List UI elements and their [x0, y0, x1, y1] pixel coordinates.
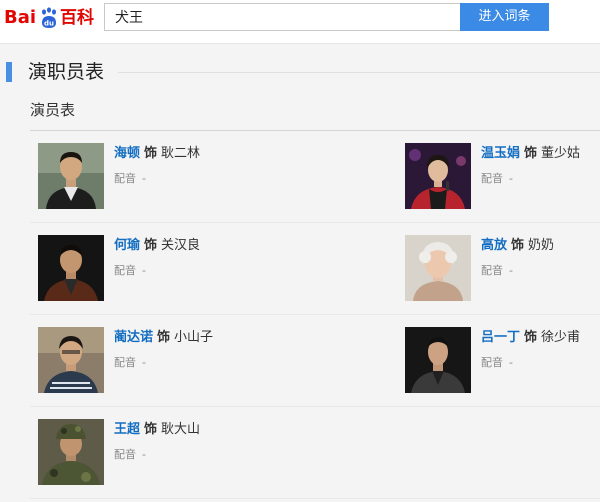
cast-card: 何瑜饰关汉良 配音 -: [38, 235, 298, 315]
dubbing-line: 配音 -: [481, 356, 513, 370]
dubbing-value: -: [509, 356, 513, 369]
cast-card: 海顿饰耿二林 配音 -: [38, 143, 298, 223]
actor-photo[interactable]: [38, 143, 104, 209]
role-name: 耿二林: [161, 146, 201, 161]
role-word: 饰: [511, 238, 525, 253]
role-word: 饰: [524, 146, 538, 161]
actor-photo[interactable]: [405, 143, 471, 209]
role-word: 饰: [524, 330, 538, 345]
cast-name-line: 蔺达诺饰小山子: [114, 330, 213, 346]
dubbing-value: -: [142, 448, 146, 461]
actor-photo[interactable]: [38, 235, 104, 301]
logo-du-text: du: [44, 20, 54, 28]
cast-name-line: 高放饰奶奶: [481, 238, 554, 254]
actor-name-link[interactable]: 蔺达诺: [114, 330, 153, 345]
role-name: 小山子: [174, 330, 214, 345]
cast-subtitle: 演员表: [30, 101, 76, 119]
dubbing-label: 配音: [114, 356, 136, 369]
subtitle-divider: [30, 130, 600, 131]
logo-bai-text: Bai: [4, 7, 37, 28]
section-divider: [118, 72, 600, 73]
actor-name-link[interactable]: 高放: [481, 238, 507, 253]
dubbing-value: -: [509, 172, 513, 185]
dubbing-label: 配音: [114, 264, 136, 277]
cast-card: 王超饰耿大山 配音 -: [38, 419, 298, 499]
dubbing-line: 配音 -: [114, 356, 146, 370]
logo-baike-text: 百科: [60, 8, 94, 28]
role-word: 饰: [144, 422, 158, 437]
role-word: 饰: [144, 238, 158, 253]
dubbing-value: -: [142, 172, 146, 185]
paw-icon: du: [42, 7, 56, 28]
role-name: 耿大山: [161, 422, 201, 437]
dubbing-label: 配音: [481, 356, 503, 369]
dubbing-line: 配音 -: [481, 264, 513, 278]
role-word: 饰: [144, 146, 158, 161]
cast-name-line: 何瑜饰关汉良: [114, 238, 200, 254]
dubbing-label: 配音: [114, 448, 136, 461]
dubbing-line: 配音 -: [114, 172, 146, 186]
cast-name-line: 吕一丁饰徐少甫: [481, 330, 580, 346]
role-name: 奶奶: [528, 238, 555, 253]
actor-photo[interactable]: [38, 419, 104, 485]
actor-photo[interactable]: [405, 235, 471, 301]
top-header: Bai du 百科 进入词条: [0, 0, 600, 44]
dubbing-line: 配音 -: [481, 172, 513, 186]
actor-name-link[interactable]: 王超: [114, 422, 140, 437]
actor-photo[interactable]: [405, 327, 471, 393]
section-title: 演职员表: [28, 61, 105, 83]
role-name: 关汉良: [161, 238, 201, 253]
dubbing-label: 配音: [481, 172, 503, 185]
cast-card: 吕一丁饰徐少甫 配音 -: [405, 327, 600, 407]
enter-entry-button[interactable]: 进入词条: [460, 3, 549, 31]
role-name: 徐少甫: [541, 330, 581, 345]
role-word: 饰: [157, 330, 171, 345]
actor-name-link[interactable]: 海顿: [114, 146, 140, 161]
dubbing-label: 配音: [114, 172, 136, 185]
cast-card: 温玉娟饰董少姑 配音 -: [405, 143, 600, 223]
baidu-baike-logo[interactable]: Bai du 百科: [4, 4, 96, 32]
role-name: 董少姑: [541, 146, 581, 161]
actor-name-link[interactable]: 何瑜: [114, 238, 140, 253]
actor-name-link[interactable]: 温玉娟: [481, 146, 520, 161]
dubbing-value: -: [509, 264, 513, 277]
dubbing-value: -: [142, 356, 146, 369]
cast-name-line: 王超饰耿大山: [114, 422, 200, 438]
cast-card: 高放饰奶奶 配音 -: [405, 235, 600, 315]
actor-name-link[interactable]: 吕一丁: [481, 330, 520, 345]
search-input[interactable]: [104, 3, 460, 31]
dubbing-line: 配音 -: [114, 448, 146, 462]
section-accent-bar: [6, 62, 12, 82]
cast-name-line: 温玉娟饰董少姑: [481, 146, 580, 162]
dubbing-line: 配音 -: [114, 264, 146, 278]
dubbing-value: -: [142, 264, 146, 277]
cast-name-line: 海顿饰耿二林: [114, 146, 200, 162]
dubbing-label: 配音: [481, 264, 503, 277]
cast-card: 蔺达诺饰小山子 配音 -: [38, 327, 298, 407]
actor-photo[interactable]: [38, 327, 104, 393]
